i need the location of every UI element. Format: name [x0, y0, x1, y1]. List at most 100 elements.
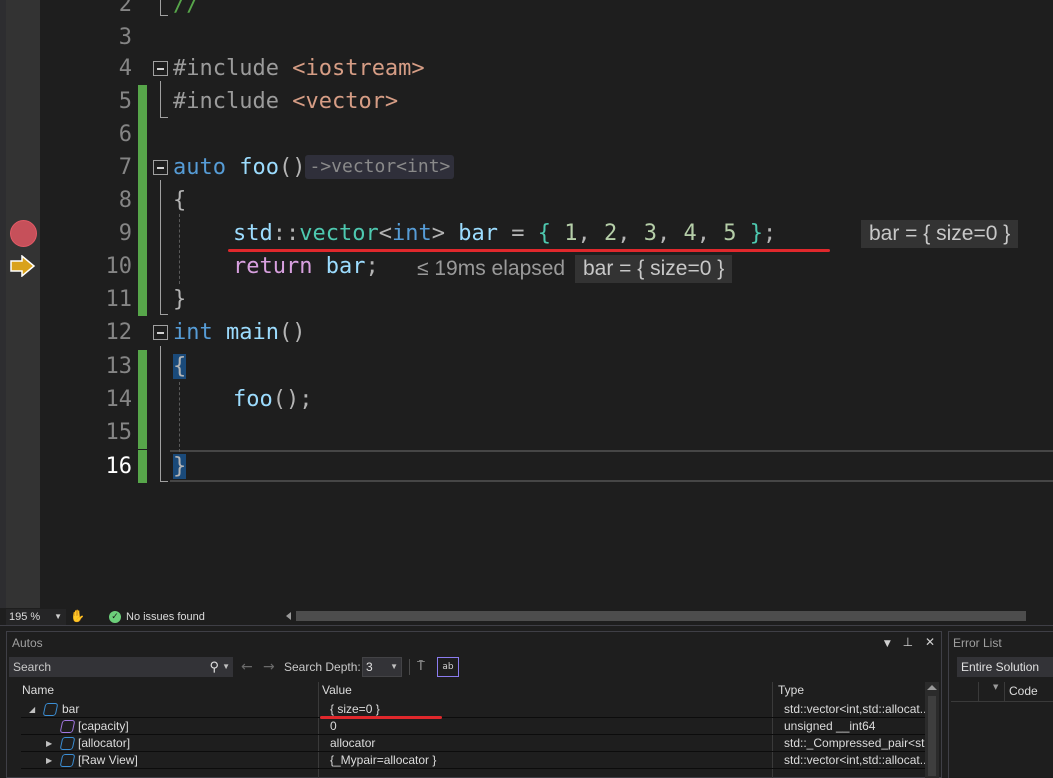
column-header-value[interactable]: Value [322, 682, 352, 699]
zoom-level-dropdown[interactable]: 195 % ▼ [6, 609, 66, 625]
scroll-left-arrow-icon[interactable] [286, 612, 291, 620]
comment: // [173, 0, 200, 17]
expand-triangle-icon[interactable]: ▶ [46, 752, 52, 769]
close-icon[interactable]: ✕ [925, 635, 935, 649]
preprocessor-directive: #include [173, 89, 279, 114]
row-value[interactable]: {_Mypair=allocator } [327, 752, 436, 769]
code-line: 15 [0, 416, 1053, 449]
issues-status[interactable]: No issues found [126, 608, 205, 626]
copilot-icon[interactable]: ✋ [70, 609, 85, 624]
variable-object-icon [59, 754, 76, 767]
scrollbar-thumb[interactable] [928, 696, 936, 776]
horizontal-scrollbar[interactable] [296, 611, 1026, 621]
column-header-type[interactable]: Type [778, 682, 804, 699]
fold-collapse-button[interactable] [153, 160, 168, 175]
change-indicator [138, 383, 147, 416]
search-back-arrow-icon[interactable]: ← [241, 657, 253, 677]
code-line: 3 [0, 21, 1053, 54]
inline-datatip[interactable]: bar = { size=0 } [861, 220, 1019, 248]
code-line: 13 { [0, 350, 1053, 383]
column-header-code[interactable]: Code [1009, 684, 1038, 698]
line-number: 12 [105, 320, 133, 345]
code-line: 4 #include <iostream> [0, 52, 1053, 85]
search-depth-label: Search Depth: [284, 660, 361, 674]
search-depth-dropdown[interactable]: 3 ▼ [362, 657, 402, 677]
variable-bar: bar [325, 254, 366, 279]
autos-search-input[interactable]: Search ⚲ ▼ [9, 657, 233, 677]
code-line: 11 } [0, 283, 1053, 316]
table-row[interactable]: [capacity] 0 unsigned __int64 [21, 718, 927, 735]
autos-panel: Autos ▼ ⊥ ✕ Search ⚲ ▼ ← → Search Depth:… [6, 631, 942, 778]
namespace-std: std [233, 221, 273, 246]
column-separator[interactable] [978, 682, 979, 702]
panel-title: Autos [12, 636, 43, 650]
change-indicator [138, 151, 147, 184]
pin-icon[interactable]: ⊥ [903, 635, 913, 649]
code-line: 2 // [0, 0, 1053, 21]
line-number: 15 [105, 420, 133, 445]
semicolon: ; [762, 221, 777, 246]
pin-members-icon[interactable]: ⍑ [417, 657, 435, 677]
scroll-up-arrow-icon[interactable] [927, 685, 937, 690]
row-name: [Raw View] [78, 753, 138, 767]
row-name: bar [62, 702, 80, 716]
init-close-brace: } [749, 221, 763, 246]
column-separator[interactable] [1004, 682, 1005, 702]
number-literal: 2 [603, 221, 618, 246]
row-value[interactable]: 0 [327, 718, 337, 735]
number-literal: 3 [643, 221, 657, 246]
inline-datatip[interactable]: bar = { size=0 } [575, 255, 733, 283]
fold-guide-end [160, 15, 168, 16]
fold-collapse-button[interactable] [153, 325, 168, 340]
chevron-down-icon: ▼ [54, 612, 62, 621]
change-indicator [138, 450, 147, 483]
matched-close-brace: } [173, 454, 187, 479]
expand-triangle-icon[interactable]: ▶ [46, 735, 52, 752]
column-header-name[interactable]: Name [22, 682, 54, 699]
change-indicator [138, 118, 147, 151]
window-position-dropdown-icon[interactable]: ▼ [884, 639, 891, 649]
chevron-down-icon[interactable]: ▼ [222, 657, 230, 677]
angle-open: < [378, 221, 392, 246]
search-depth-value: 3 [366, 660, 373, 674]
code-line: 9 std::vector<int> bar = { 1, 2, 3, 4, 5… [0, 217, 1053, 250]
pin-source-toggle-icon[interactable]: ab [437, 657, 459, 677]
line-number: 9 [118, 221, 132, 246]
panel-title: Error List [953, 636, 1002, 650]
open-brace: { [173, 188, 187, 213]
search-icon[interactable]: ⚲ [209, 657, 219, 677]
search-forward-arrow-icon[interactable]: → [263, 657, 275, 677]
collapse-triangle-icon[interactable]: ◢ [29, 701, 35, 718]
line-number: 14 [105, 387, 133, 412]
code-line: 12 int main() [0, 316, 1053, 349]
call-parens: (); [272, 387, 313, 412]
table-row[interactable]: ◢ bar { size=0 } std::vector<int,std::al… [21, 701, 927, 718]
preprocessor-directive: #include [173, 56, 279, 81]
row-name: [allocator] [78, 736, 131, 750]
table-row[interactable]: ▶ [Raw View] {_Mypair=allocator } std::v… [21, 752, 927, 769]
row-value[interactable]: allocator [327, 735, 375, 752]
inlay-return-type-hint: ->vector<int> [305, 155, 455, 179]
variable-bar: bar [458, 221, 498, 246]
fold-guide [160, 0, 161, 15]
code-line: 16 } [0, 450, 1053, 483]
row-type: std::vector<int,std::allocat... [784, 702, 927, 716]
vertical-scrollbar[interactable] [925, 682, 939, 778]
variable-object-icon [42, 703, 59, 716]
code-line: 6 [0, 118, 1053, 151]
line-number: 4 [118, 56, 132, 81]
error-scope-dropdown[interactable]: Entire Solution [957, 657, 1053, 677]
number-literal: 5 [723, 221, 737, 246]
angle-close: > [431, 221, 445, 246]
variable-object-icon [59, 737, 76, 750]
code-editor[interactable]: 2 // 3 4 #include <iostream> 5 #include … [0, 0, 1053, 608]
table-row[interactable]: ▶ [allocator] allocator std::_Compressed… [21, 735, 927, 752]
keyword-int: int [391, 221, 432, 246]
row-type: std::_Compressed_pair<st... [784, 736, 927, 750]
matched-open-brace: { [173, 354, 187, 379]
line-number: 7 [118, 155, 132, 180]
line-number: 16 [105, 454, 133, 479]
search-placeholder: Search [13, 660, 52, 674]
fold-collapse-button[interactable] [153, 61, 168, 76]
row-type: std::vector<int,std::allocat... [784, 753, 927, 767]
